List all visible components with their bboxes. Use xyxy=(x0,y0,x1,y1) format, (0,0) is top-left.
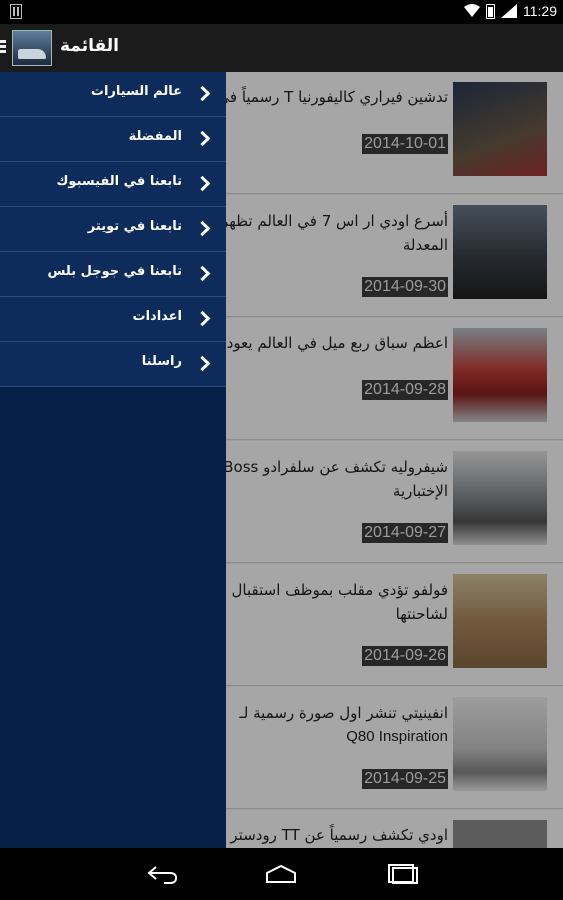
drawer-item-twitter[interactable]: تابعنا في تويتر xyxy=(0,207,226,252)
app-bar: القائمة xyxy=(0,24,563,72)
signal-icon xyxy=(501,4,517,18)
drawer-item-label: تابعنا في تويتر xyxy=(87,219,182,234)
drawer-item-label: عالم السيارات xyxy=(90,84,182,99)
drawer-item-label: اعدادات xyxy=(132,309,183,324)
drawer-item-favorites[interactable]: المفضلة xyxy=(0,117,226,162)
drawer-item-label: المفضلة xyxy=(128,129,182,144)
drawer-item-google-plus[interactable]: تابعنا في جوجل بلس xyxy=(0,252,226,297)
menu-icon[interactable] xyxy=(0,38,6,58)
drawer-item-settings[interactable]: اعدادات xyxy=(0,297,226,342)
chevron-right-icon xyxy=(194,175,211,192)
back-icon[interactable] xyxy=(146,864,178,884)
drawer-item-car-world[interactable]: عالم السيارات xyxy=(0,72,226,117)
status-time: 11:29 xyxy=(523,3,557,19)
drawer-item-label: راسلنا xyxy=(141,354,182,369)
drawer-item-label: تابعنا في جوجل بلس xyxy=(47,264,182,279)
recent-apps-icon[interactable] xyxy=(386,864,418,884)
navigation-drawer: عالم السيارات المفضلة تابعنا في الفيسبوك… xyxy=(0,72,226,848)
status-bar: 11:29 xyxy=(0,0,563,24)
drawer-item-label: تابعنا في الفيسبوك xyxy=(56,174,183,189)
app-title: القائمة xyxy=(60,36,119,56)
drawer-item-facebook[interactable]: تابعنا في الفيسبوك xyxy=(0,162,226,207)
battery-icon xyxy=(486,3,495,19)
app-logo[interactable] xyxy=(12,30,52,66)
drawer-item-contact[interactable]: راسلنا xyxy=(0,342,226,387)
notification-icon xyxy=(10,4,22,19)
chevron-right-icon xyxy=(194,85,211,102)
chevron-right-icon xyxy=(194,130,211,147)
status-icons: 11:29 xyxy=(464,3,557,19)
system-nav-bar xyxy=(0,848,563,900)
wifi-icon xyxy=(464,4,480,17)
chevron-right-icon xyxy=(194,310,211,327)
chevron-right-icon xyxy=(194,220,211,237)
chevron-right-icon xyxy=(194,265,211,282)
chevron-right-icon xyxy=(194,355,211,372)
home-icon[interactable] xyxy=(265,864,297,884)
